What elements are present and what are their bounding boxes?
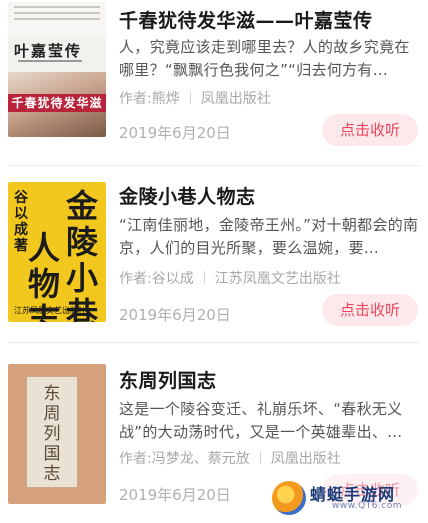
book-title[interactable]: 千春犹待发华滋——叶嘉莹传 xyxy=(119,6,373,33)
book-author: 作者:熊烨 xyxy=(119,91,180,107)
book-cover[interactable]: 叶嘉莹传 千春犹待发华滋 xyxy=(8,2,106,137)
watermark: 蜻蜓手游网 www.QT6.com xyxy=(272,481,422,515)
meta-separator xyxy=(259,451,261,464)
list-item[interactable]: 谷以成著 人物志 金陵小巷 江苏凤凰文艺出版社 金陵小巷人物志 “江南佳丽地，金… xyxy=(0,170,428,340)
publish-date: 2019年6月20日 xyxy=(119,486,231,504)
cover-title: 东周列国志 xyxy=(43,384,61,484)
cover-header xyxy=(8,2,106,36)
list-item[interactable]: 叶嘉莹传 千春犹待发华滋 千春犹待发华滋——叶嘉莹传 人，究竟应该走到哪里去？人… xyxy=(0,0,428,160)
dragonfly-logo-icon xyxy=(272,481,306,515)
book-author: 作者:谷以成 xyxy=(119,271,194,287)
book-meta: 作者:冯梦龙、蔡元放 凤凰出版社 xyxy=(119,448,341,468)
book-description: 这是一个陵谷变迁、礼崩乐坏、“春秋无义战”的大动荡时代，又是一个英雄辈出、… xyxy=(119,400,403,441)
book-meta: 作者:谷以成 江苏凤凰文艺出版社 xyxy=(119,268,341,288)
listen-button[interactable]: 点击收听 xyxy=(322,294,418,326)
publish-date: 2019年6月20日 xyxy=(119,124,231,142)
meta-separator xyxy=(189,91,191,104)
book-title[interactable]: 金陵小巷人物志 xyxy=(119,182,256,209)
publish-date: 2019年6月20日 xyxy=(119,306,231,324)
book-author: 作者:冯梦龙、蔡元放 xyxy=(119,451,250,467)
divider xyxy=(8,165,420,166)
book-description: “江南佳丽地，金陵帝王州。”对十朝都会的南京，人们的目光所聚，要么温婉，要… xyxy=(119,216,419,257)
book-publisher: 凤凰出版社 xyxy=(270,451,341,467)
book-title[interactable]: 东周列国志 xyxy=(119,366,217,393)
cover-publisher: 江苏凤凰文艺出版社 xyxy=(14,306,86,315)
book-publisher: 凤凰出版社 xyxy=(200,91,271,107)
divider xyxy=(8,342,420,343)
cover-title: 叶嘉莹传 xyxy=(14,42,83,60)
book-meta: 作者:熊烨 凤凰出版社 xyxy=(119,88,271,108)
cover-title-part: 金陵小巷 xyxy=(66,187,99,322)
cover-banner: 千春犹待发华滋 xyxy=(8,94,106,112)
book-cover[interactable]: 东周列国志 xyxy=(8,364,106,504)
book-description: 人，究竟应该走到哪里去？人的故乡究竟在哪里？“飘飘行色我何之”“归去何方有… xyxy=(119,38,410,79)
book-cover[interactable]: 谷以成著 人物志 金陵小巷 江苏凤凰文艺出版社 xyxy=(8,182,106,322)
watermark-url: www.QT6.com xyxy=(332,501,403,511)
meta-separator xyxy=(203,271,205,284)
book-publisher: 江苏凤凰文艺出版社 xyxy=(214,271,341,287)
cover-divider xyxy=(18,60,82,62)
listen-button[interactable]: 点击收听 xyxy=(322,114,418,146)
